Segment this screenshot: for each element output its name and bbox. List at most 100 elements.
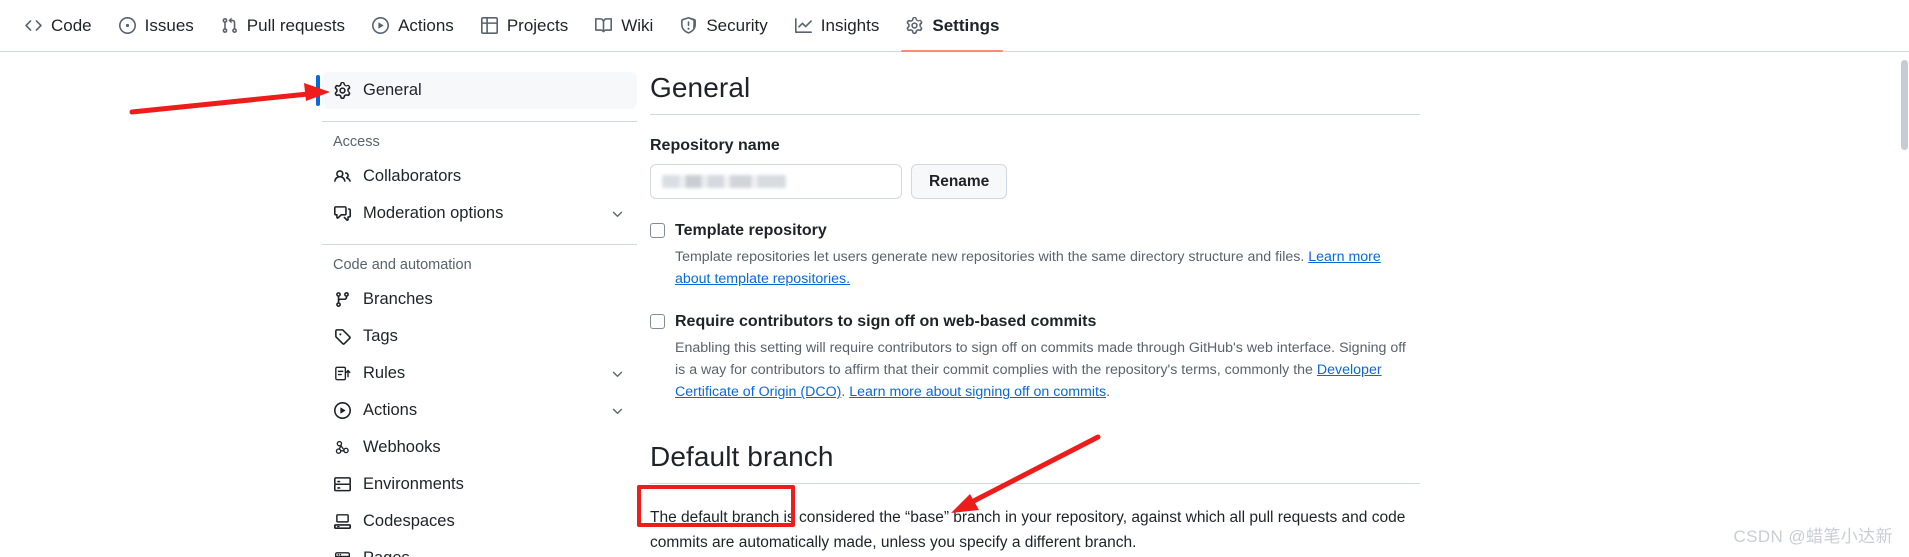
play-icon [333, 401, 352, 420]
sidebar-item-branches[interactable]: Branches [322, 281, 637, 318]
settings-sidebar: General Access Collaborators Moderation … [316, 72, 637, 557]
sidebar-item-pages[interactable]: Pages [322, 540, 637, 557]
people-icon [333, 167, 352, 186]
sidebar-item-label: General [363, 81, 422, 99]
chevron-down-icon [608, 402, 626, 420]
watermark: CSDN @蜡笔小达新 [1733, 527, 1893, 546]
template-repository-row: Template repository [650, 221, 1420, 241]
repo-nav-label: Security [706, 15, 768, 35]
table-icon [480, 16, 499, 35]
chevron-down-icon [608, 205, 626, 223]
sidebar-item-rules[interactable]: Rules [322, 355, 637, 392]
sidebar-item-label: Environments [363, 475, 464, 493]
sidebar-item-label: Codespaces [363, 512, 455, 530]
repo-nav-item-wiki[interactable]: Wiki [584, 0, 663, 52]
signoff-row: Require contributors to sign off on web-… [650, 312, 1420, 332]
repo-nav-label: Pull requests [246, 15, 346, 35]
section-divider [650, 483, 1420, 485]
signoff-description: Enabling this setting will require contr… [675, 337, 1420, 403]
sidebar-item-label: Pages [363, 549, 626, 557]
page-title: General [650, 72, 751, 103]
sidebar-divider [322, 121, 637, 122]
template-repository-label[interactable]: Template repository [675, 221, 827, 241]
chevron-down-icon [608, 365, 626, 383]
play-icon [371, 16, 390, 35]
default-branch-section: Default branch The default branch is con… [650, 441, 1420, 557]
sidebar-item-label: Actions [363, 401, 418, 419]
repo-nav-label: Insights [820, 15, 880, 35]
comment-discussion-icon [333, 204, 352, 223]
settings-main: General Repository name Rename Template … [650, 72, 1420, 557]
tag-icon [333, 327, 352, 346]
repo-nav-label: Actions [398, 15, 454, 35]
section-divider [650, 114, 1420, 116]
sidebar-item-label: Tags [363, 327, 398, 345]
sidebar-item-label: Webhooks [363, 438, 441, 456]
repo-nav-item-projects[interactable]: Projects [470, 0, 578, 52]
repo-nav-label: Wiki [621, 15, 654, 35]
default-branch-description: The default branch is considered the “ba… [650, 509, 1406, 551]
repo-nav-item-security[interactable]: Security [669, 0, 777, 52]
repo-nav-item-pull-requests[interactable]: Pull requests [210, 0, 355, 52]
sidebar-item-label: Moderation options [363, 204, 504, 222]
repository-name-label: Repository name [650, 137, 780, 155]
git-pull-request-icon [220, 16, 239, 35]
repo-nav-label: Projects [506, 15, 569, 35]
book-icon [594, 16, 613, 35]
sidebar-item-collaborators[interactable]: Collaborators [322, 158, 637, 195]
sidebar-item-webhooks[interactable]: Webhooks [322, 429, 637, 466]
template-repository-description: Template repositories let users generate… [675, 246, 1420, 290]
repo-nav-item-code[interactable]: Code [14, 0, 102, 52]
sidebar-item-actions[interactable]: Actions [322, 392, 637, 429]
browser-icon [333, 549, 352, 557]
sidebar-item-general[interactable]: General [316, 72, 637, 109]
sidebar-item-environments[interactable]: Environments [322, 466, 637, 503]
signoff-setting: Require contributors to sign off on web-… [650, 312, 1420, 403]
rename-button[interactable]: Rename [911, 164, 1008, 200]
gear-icon [333, 81, 352, 100]
server-icon [333, 475, 352, 494]
repository-name-row: Rename [650, 164, 1420, 200]
sidebar-divider [322, 244, 637, 245]
repo-nav: Code Issues Pull requests Actions Projec [0, 0, 1909, 52]
scrollbar-thumb[interactable] [1901, 60, 1908, 150]
sidebar-group-title-access: Access [333, 134, 380, 150]
sidebar-group-title-code-and-automation: Code and automation [333, 257, 472, 273]
default-branch-title: Default branch [650, 441, 834, 473]
repo-nav-item-issues[interactable]: Issues [108, 0, 204, 52]
webhook-icon [333, 438, 352, 457]
template-repository-setting: Template repository Template repositorie… [650, 221, 1420, 290]
issue-icon [118, 16, 137, 35]
signoff-desc-part1: Enabling this setting will require contr… [675, 340, 1406, 379]
sidebar-item-codespaces[interactable]: Codespaces [322, 503, 637, 540]
repo-nav-item-actions[interactable]: Actions [361, 0, 464, 52]
sidebar-item-label: Rules [363, 364, 406, 382]
page-scrollbar[interactable] [1900, 0, 1909, 557]
signoff-desc-part3: . [1106, 384, 1111, 401]
repository-name-input[interactable] [650, 164, 902, 200]
repo-nav-label: Settings [932, 15, 1000, 35]
gear-icon [905, 16, 924, 35]
learn-more-signing-off-link[interactable]: Learn more about signing off on commits [849, 384, 1106, 400]
signoff-checkbox[interactable] [650, 314, 665, 330]
redacted-repository-name [662, 175, 786, 189]
sidebar-item-tags[interactable]: Tags [322, 318, 637, 355]
page-root: Code Issues Pull requests Actions Projec [0, 0, 1909, 557]
repo-nav-item-insights[interactable]: Insights [784, 0, 890, 52]
sidebar-item-label: Branches [363, 290, 433, 308]
content-area: General Access Collaborators Moderation … [0, 52, 1909, 557]
code-icon [24, 16, 43, 35]
signoff-label[interactable]: Require contributors to sign off on web-… [675, 312, 1096, 332]
shield-icon [679, 16, 698, 35]
sidebar-item-moderation-options[interactable]: Moderation options [322, 195, 637, 232]
sidebar-item-label: Collaborators [363, 167, 462, 185]
codespaces-icon [333, 512, 352, 531]
template-repository-checkbox[interactable] [650, 223, 665, 239]
repo-nav-label: Code [51, 15, 92, 35]
rules-icon [333, 364, 352, 383]
template-repository-desc-text: Template repositories let users generate… [675, 249, 1305, 266]
repo-nav-label: Issues [144, 15, 194, 35]
repo-nav-item-settings[interactable]: Settings [895, 0, 1009, 52]
git-branch-icon [333, 290, 352, 309]
graph-icon [794, 16, 813, 35]
